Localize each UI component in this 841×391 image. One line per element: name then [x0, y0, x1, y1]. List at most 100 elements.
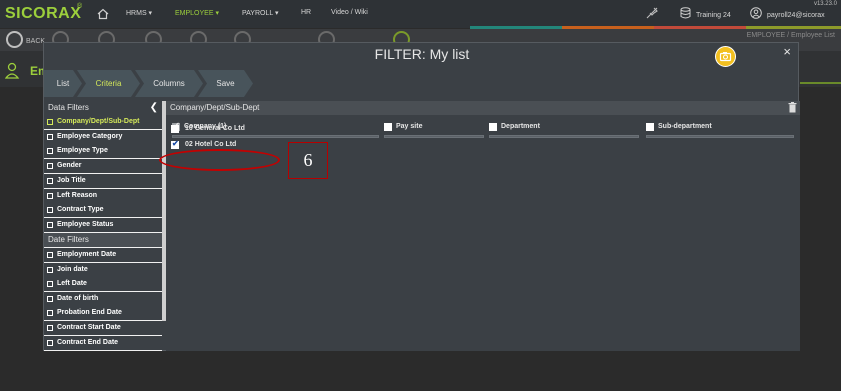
checkbox-icon: [47, 252, 53, 258]
column-label: Sub-department: [658, 123, 712, 130]
user-account[interactable]: payroll24@sicorax: [767, 12, 825, 19]
checkbox-icon: [47, 295, 53, 302]
filter-item-label: Date of birth: [57, 294, 99, 302]
option-checkbox[interactable]: [171, 125, 179, 133]
checkbox-icon: [47, 221, 53, 228]
filter-item-label: Employee Status: [57, 220, 114, 228]
data-filters-title: Data Filters: [48, 103, 89, 112]
filter-item[interactable]: Employee Status: [44, 217, 162, 232]
camera-icon[interactable]: [715, 46, 736, 67]
modal-title: FILTER: My list: [374, 46, 470, 62]
filter-item[interactable]: Date of birth: [44, 291, 162, 306]
back-arrow-icon[interactable]: [6, 31, 23, 48]
checkbox-icon: [47, 266, 53, 273]
column-checkbox[interactable]: [646, 123, 654, 131]
option-label: 10 General Co Ltd: [185, 125, 245, 132]
checkbox-icon: [47, 148, 53, 155]
criteria-column: Sub-department: [646, 121, 794, 139]
criteria-column: Pay site: [384, 121, 484, 139]
highlight-ellipse: [159, 149, 280, 171]
data-filters-header: Data Filters ❮: [44, 101, 162, 115]
filter-item[interactable]: Company/Dept/Sub-Dept: [44, 115, 162, 129]
column-checkbox[interactable]: [489, 123, 497, 131]
column-search-bar[interactable]: [384, 135, 484, 138]
filter-item[interactable]: Job Title: [44, 173, 162, 188]
filter-item-label: Employee Category: [57, 132, 123, 140]
company-option[interactable]: 10 General Co Ltd: [171, 124, 311, 136]
checkbox-icon: [47, 133, 53, 140]
filter-item[interactable]: Contract End Date: [44, 335, 162, 350]
nav-hr[interactable]: HR: [301, 9, 311, 16]
filter-item[interactable]: Join date: [44, 262, 162, 277]
checkbox-icon: [47, 339, 53, 346]
nav-video-wiki[interactable]: Video / Wiki: [331, 9, 368, 16]
wizard-steps: List Criteria Columns Save: [44, 70, 253, 97]
column-label: Department: [501, 123, 540, 130]
filter-item-label: Employment Date: [57, 251, 117, 258]
criteria-header: Company/Dept/Sub-Dept: [166, 101, 800, 115]
filter-item[interactable]: Left Reason: [44, 188, 162, 203]
nav-hrms[interactable]: HRMS ▾: [126, 9, 152, 17]
step-save[interactable]: Save: [198, 70, 253, 97]
header-accent-line: [800, 82, 841, 84]
filter-panel: Data Filters ❮ Company/Dept/Sub-Dept Empl…: [44, 101, 162, 351]
filter-item-label: Gender: [57, 162, 82, 170]
checkbox-icon: [47, 177, 53, 184]
nav-payroll[interactable]: PAYROLL ▾: [242, 9, 278, 17]
app-version: v13.23.0: [813, 1, 837, 7]
trash-icon[interactable]: [788, 102, 797, 113]
checkbox-icon: [47, 325, 53, 331]
collapse-chevron-icon[interactable]: ❮: [150, 101, 158, 115]
brand-logo[interactable]: SICORAX: [5, 5, 81, 23]
brand-registered-mark: ®: [77, 3, 83, 10]
filter-item[interactable]: Contract Type: [44, 203, 162, 218]
filter-item-label: Job Title: [57, 176, 86, 184]
filter-item[interactable]: Employment Date: [44, 248, 162, 262]
checkbox-icon: [47, 207, 53, 214]
close-icon[interactable]: ×: [783, 44, 791, 59]
checkbox-icon: [47, 192, 53, 199]
filter-item-label: Employee Type: [57, 147, 108, 155]
user-icon[interactable]: [750, 7, 762, 19]
column-checkbox[interactable]: [384, 123, 392, 131]
filter-modal: FILTER: My list × List Criteria Columns …: [43, 42, 800, 351]
filter-item[interactable]: Employee Category: [44, 129, 162, 144]
filter-item-label: Contract Start Date: [57, 324, 121, 331]
nav-employee[interactable]: EMPLOYEE ▾: [175, 9, 219, 17]
column-label: Pay site: [396, 123, 423, 130]
filter-item[interactable]: Probation End Date: [44, 306, 162, 321]
filter-item-label: Left Date: [57, 280, 87, 288]
breadcrumb: EMPLOYEE / Employee List: [746, 32, 835, 39]
checkbox-icon: [47, 119, 53, 125]
database-icon[interactable]: [680, 7, 691, 19]
filter-item-label: Company/Dept/Sub-Dept: [57, 118, 140, 125]
checkbox-icon: [47, 310, 53, 317]
option-checkbox[interactable]: ✔: [171, 138, 179, 149]
step-criteria[interactable]: Criteria: [77, 70, 140, 97]
filter-item[interactable]: Contract Start Date: [44, 321, 162, 335]
date-filters-header: Date Filters: [44, 233, 162, 247]
filter-item-label: Contract End Date: [57, 338, 119, 346]
step-columns[interactable]: Columns: [135, 70, 203, 97]
filter-item[interactable]: Left Date: [44, 277, 162, 292]
unpin-icon[interactable]: [645, 6, 659, 20]
criteria-title: Company/Dept/Sub-Dept: [170, 103, 260, 112]
filter-item[interactable]: Gender: [44, 159, 162, 174]
criteria-column: Department: [489, 121, 639, 139]
criteria-content: Company/Dept/Sub-Dept ✔Company (1)Pay si…: [166, 101, 800, 351]
filter-item-label: Probation End Date: [57, 309, 122, 317]
home-icon[interactable]: [97, 8, 109, 20]
filter-item-label: Contract Type: [57, 206, 104, 214]
column-search-bar[interactable]: [646, 135, 794, 138]
option-label: 02 Hotel Co Ltd: [185, 140, 237, 148]
checkbox-icon: [47, 281, 53, 288]
filter-item-label: Left Reason: [57, 191, 98, 199]
training-label[interactable]: Training 24: [696, 12, 731, 19]
column-search-bar[interactable]: [489, 135, 639, 138]
filter-item[interactable]: Employee Type: [44, 144, 162, 159]
employees-icon: [5, 62, 20, 79]
step-number-callout: 6: [288, 142, 328, 179]
checkbox-icon: [47, 163, 53, 170]
check-icon: ✔: [172, 138, 179, 148]
step-list[interactable]: List: [44, 70, 82, 97]
